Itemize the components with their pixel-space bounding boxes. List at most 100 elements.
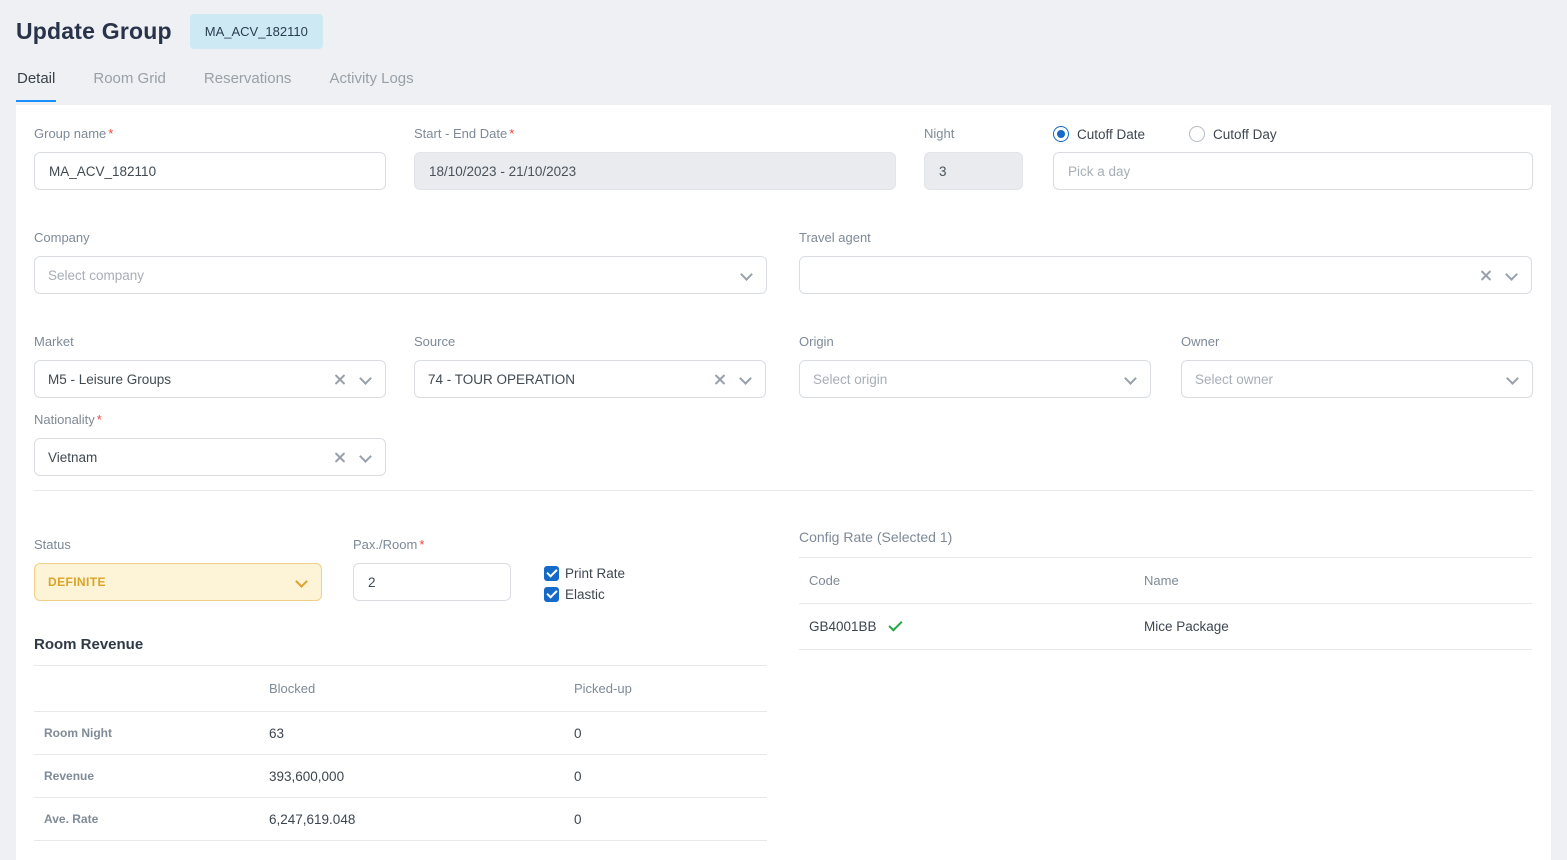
tab-room-grid[interactable]: Room Grid [92, 64, 167, 102]
radio-selected-icon [1053, 126, 1069, 142]
group-name-field: Group name* [34, 126, 386, 190]
origin-select[interactable]: Select origin [799, 360, 1151, 398]
origin-placeholder: Select origin [813, 372, 1111, 387]
room-revenue-table: Blocked Picked-up Room Night 63 0 Revenu… [34, 666, 767, 841]
chevron-down-icon [360, 373, 372, 385]
nationality-value: Vietnam [48, 450, 319, 465]
cutoff-date-picker-input[interactable] [1053, 152, 1533, 190]
nationality-label: Nationality* [34, 412, 386, 428]
status-value: DEFINITE [48, 575, 282, 589]
clear-icon[interactable] [333, 373, 346, 386]
required-mark: * [419, 537, 424, 552]
detail-form-card: Group name* Start - End Date* Night Cuto… [16, 105, 1551, 860]
column-header-blocked: Blocked [269, 681, 574, 696]
required-mark: * [97, 412, 102, 427]
cutoff-date-radio[interactable]: Cutoff Date [1053, 126, 1145, 142]
group-name-label: Group name* [34, 126, 386, 142]
form-row-5: Status DEFINITE Pax./Room* Print R [34, 537, 767, 604]
clear-icon[interactable] [713, 373, 726, 386]
print-rate-checkbox[interactable]: Print Rate [544, 563, 625, 583]
config-rate-panel: Config Rate (Selected 1) Code Name GB400… [799, 529, 1532, 841]
config-rate-row[interactable]: GB4001BB Mice Package [799, 604, 1532, 650]
chevron-down-icon [740, 373, 752, 385]
tab-bar: Detail Room Grid Reservations Activity L… [16, 64, 1551, 102]
chevron-down-icon [1507, 373, 1519, 385]
tab-activity-logs[interactable]: Activity Logs [328, 64, 414, 102]
owner-placeholder: Select owner [1195, 372, 1493, 387]
room-revenue-section: Room Revenue Blocked Picked-up Room Nigh… [34, 636, 767, 841]
radio-unselected-icon [1189, 126, 1205, 142]
form-row-1: Group name* Start - End Date* Night Cuto… [34, 126, 1533, 190]
source-field: Source 74 - TOUR OPERATION [414, 334, 766, 398]
source-select[interactable]: 74 - TOUR OPERATION [414, 360, 766, 398]
night-label: Night [924, 126, 1023, 142]
group-name-input[interactable] [34, 152, 386, 190]
room-revenue-header-row: Blocked Picked-up [34, 666, 767, 712]
source-value: 74 - TOUR OPERATION [428, 372, 699, 387]
owner-select[interactable]: Select owner [1181, 360, 1533, 398]
check-icon [888, 617, 902, 631]
blocked-value: 393,600,000 [269, 769, 574, 784]
blocked-value: 6,247,619.048 [269, 812, 574, 827]
table-row: Ave. Rate 6,247,619.048 0 [34, 798, 767, 841]
market-select[interactable]: M5 - Leisure Groups [34, 360, 386, 398]
cutoff-day-radio-label: Cutoff Day [1213, 127, 1277, 142]
room-revenue-title: Room Revenue [34, 636, 767, 666]
bottom-section: Status DEFINITE Pax./Room* Print R [34, 537, 1533, 841]
required-mark: * [108, 126, 113, 141]
row-label: Room Night [34, 726, 269, 740]
status-select[interactable]: DEFINITE [34, 563, 322, 601]
tab-detail[interactable]: Detail [16, 64, 56, 102]
tab-reservations[interactable]: Reservations [203, 64, 293, 102]
company-select[interactable]: Select company [34, 256, 767, 294]
table-row: Room Night 63 0 [34, 712, 767, 755]
clear-icon[interactable] [1479, 269, 1492, 282]
owner-label: Owner [1181, 334, 1533, 350]
elastic-label: Elastic [565, 587, 605, 602]
night-field: Night [924, 126, 1023, 190]
form-row-3: Market M5 - Leisure Groups Source 74 - T… [34, 334, 1533, 398]
market-label: Market [34, 334, 386, 350]
status-label: Status [34, 537, 322, 553]
company-placeholder: Select company [48, 268, 727, 283]
chevron-down-icon [741, 269, 753, 281]
config-rate-header-row: Code Name [799, 558, 1532, 604]
travel-agent-field: Travel agent [799, 230, 1532, 294]
column-header-picked-up: Picked-up [574, 681, 767, 696]
cutoff-day-radio[interactable]: Cutoff Day [1189, 126, 1277, 142]
print-rate-label: Print Rate [565, 566, 625, 581]
company-field: Company Select company [34, 230, 767, 294]
travel-agent-select[interactable] [799, 256, 1532, 294]
date-range-input [414, 152, 896, 190]
nationality-select[interactable]: Vietnam [34, 438, 386, 476]
picked-up-value: 0 [574, 726, 767, 741]
clear-icon[interactable] [333, 451, 346, 464]
elastic-checkbox[interactable]: Elastic [544, 584, 625, 604]
row-label: Revenue [34, 769, 269, 783]
chevron-down-icon [1506, 269, 1518, 281]
picked-up-value: 0 [574, 812, 767, 827]
market-value: M5 - Leisure Groups [48, 372, 319, 387]
checkbox-checked-icon [544, 587, 559, 602]
group-code-badge: MA_ACV_182110 [190, 14, 323, 49]
picked-up-value: 0 [574, 769, 767, 784]
date-range-label: Start - End Date* [414, 126, 896, 142]
night-input [924, 152, 1023, 190]
config-rate-title: Config Rate (Selected 1) [799, 529, 1532, 558]
cutoff-date-radio-label: Cutoff Date [1077, 127, 1145, 142]
cutoff-field: Cutoff Date Cutoff Day [1053, 126, 1533, 190]
pax-room-input[interactable] [353, 563, 511, 601]
status-field: Status DEFINITE [34, 537, 322, 604]
cutoff-radio-group: Cutoff Date Cutoff Day [1053, 126, 1533, 142]
blocked-value: 63 [269, 726, 574, 741]
chevron-down-icon [296, 576, 308, 588]
bottom-left-column: Status DEFINITE Pax./Room* Print R [34, 537, 767, 841]
page-title: Update Group [16, 18, 172, 45]
column-header-name: Name [1144, 573, 1532, 588]
checkbox-checked-icon [544, 566, 559, 581]
date-range-field: Start - End Date* [414, 126, 896, 190]
origin-field: Origin Select origin [799, 334, 1151, 398]
required-mark: * [509, 126, 514, 141]
page-header: Update Group MA_ACV_182110 Detail Room G… [0, 0, 1567, 102]
chevron-down-icon [1125, 373, 1137, 385]
